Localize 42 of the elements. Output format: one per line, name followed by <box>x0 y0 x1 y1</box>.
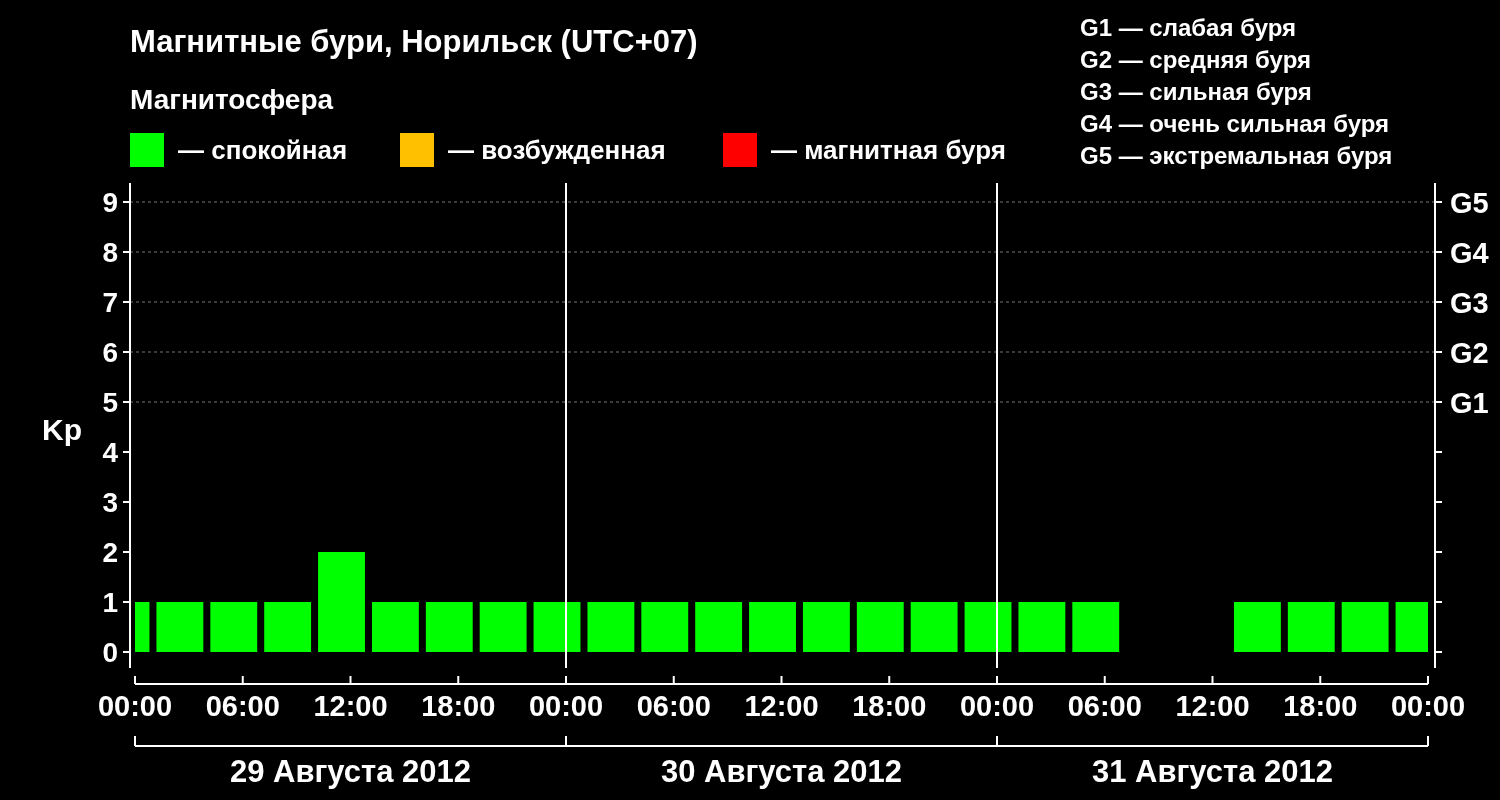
x-tick-label: 06:00 <box>636 690 711 722</box>
y-tick-label: 8 <box>102 237 118 268</box>
x-tick-label: 12:00 <box>313 690 388 722</box>
y-tick-label: 3 <box>102 487 118 518</box>
legend-label: — спокойная <box>178 134 348 166</box>
x-tick-label: 00:00 <box>528 690 604 722</box>
storm-scale-entry: G2 — средняя буря <box>1080 45 1312 75</box>
storm-scale-entry: G5 — экстремальная буря <box>1080 141 1393 171</box>
x-tick-label: 00:00 <box>97 690 173 722</box>
x-tick-label: 18:00 <box>852 690 927 722</box>
y-tick-label: 4 <box>102 437 118 468</box>
storm-scale-entry: G3 — сильная буря <box>1080 77 1313 107</box>
legend-label: — магнитная буря <box>771 134 1006 166</box>
x-tick-label: 06:00 <box>1067 690 1142 722</box>
storm-scale-entry: G1 — слабая буря <box>1080 13 1298 43</box>
x-tick-label: 00:00 <box>959 690 1035 722</box>
y-tick-label: 2 <box>102 537 118 568</box>
day-label: 30 Августа 2012 <box>660 754 903 789</box>
x-tick-label: 06:00 <box>205 690 280 722</box>
y-tick-label: 0 <box>102 637 118 668</box>
y-tick-label: 7 <box>102 287 118 318</box>
legend-heading: Магнитосфера <box>130 83 335 117</box>
y-tick-label: 6 <box>102 337 118 368</box>
x-tick-label: 18:00 <box>1283 690 1358 722</box>
storm-level-label: G2 <box>1450 337 1489 369</box>
y-tick-label: 9 <box>102 187 118 218</box>
storm-scale-entry: G4 — очень сильная буря <box>1080 109 1391 139</box>
x-tick-label: 18:00 <box>421 690 496 722</box>
storm-level-label: G1 <box>1450 387 1489 419</box>
storm-level-label: G3 <box>1450 287 1489 319</box>
y-axis-label: Kp <box>42 413 82 446</box>
storm-level-label: G5 <box>1450 187 1489 219</box>
day-label: 31 Августа 2012 <box>1091 754 1334 789</box>
storm-level-label: G4 <box>1450 237 1489 269</box>
x-tick-label: 12:00 <box>1175 690 1250 722</box>
x-tick-label: 00:00 <box>1390 690 1466 722</box>
x-tick-label: 12:00 <box>744 690 819 722</box>
day-label: 29 Августа 2012 <box>229 754 472 789</box>
y-tick-label: 5 <box>102 387 118 418</box>
legend-label: — возбужденная <box>448 134 666 166</box>
chart-title: Магнитные бури, Норильск (UTC+07) <box>130 24 699 60</box>
y-tick-label: 1 <box>102 587 118 618</box>
